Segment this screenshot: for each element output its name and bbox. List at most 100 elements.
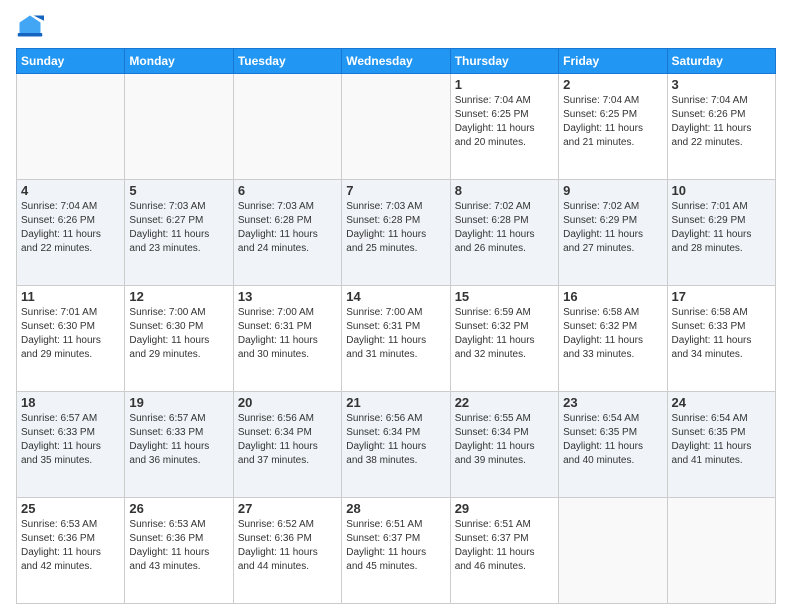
col-header-thursday: Thursday <box>450 49 558 74</box>
calendar-cell: 7Sunrise: 7:03 AMSunset: 6:28 PMDaylight… <box>342 180 450 286</box>
calendar-cell: 1 Sunrise: 7:04 AMSunset: 6:25 PMDaylight… <box>450 74 558 180</box>
calendar-cell <box>667 498 775 604</box>
day-detail: Sunrise: 6:59 AMSunset: 6:32 PMDaylight:… <box>455 306 554 362</box>
day-detail: Sunrise: 6:57 AMSunset: 6:33 PMDaylight:… <box>129 412 228 468</box>
day-number: 11 <box>21 289 120 304</box>
calendar-cell: 25 Sunrise: 6:53 AMSunset: 6:36 PMDayligh… <box>17 498 125 604</box>
calendar-cell: 4 Sunrise: 7:04 AMSunset: 6:26 PMDaylight… <box>17 180 125 286</box>
day-detail: Sunrise: 6:56 AMSunset: 6:34 PMDaylight:… <box>238 412 337 468</box>
day-detail: Sunrise: 7:01 AMSunset: 6:29 PMDaylight:… <box>672 200 771 256</box>
day-number: 5 <box>129 183 228 198</box>
col-header-saturday: Saturday <box>667 49 775 74</box>
page: SundayMondayTuesdayWednesdayThursdayFrid… <box>0 0 792 612</box>
day-number: 25 <box>21 501 120 516</box>
calendar-cell: 28 Sunrise: 6:51 AMSunset: 6:37 PMDayligh… <box>342 498 450 604</box>
calendar-cell: 15 Sunrise: 6:59 AMSunset: 6:32 PMDayligh… <box>450 286 558 392</box>
day-number: 22 <box>455 395 554 410</box>
calendar-cell: 18Sunrise: 6:57 AMSunset: 6:33 PMDayligh… <box>17 392 125 498</box>
calendar-cell: 22 Sunrise: 6:55 AMSunset: 6:34 PMDayligh… <box>450 392 558 498</box>
day-number: 20 <box>238 395 337 410</box>
day-detail: Sunrise: 7:00 AMSunset: 6:31 PMDaylight:… <box>238 306 337 362</box>
day-number: 17 <box>672 289 771 304</box>
day-number: 27 <box>238 501 337 516</box>
col-header-monday: Monday <box>125 49 233 74</box>
day-number: 10 <box>672 183 771 198</box>
calendar-cell <box>559 498 667 604</box>
day-detail: Sunrise: 7:01 AMSunset: 6:30 PMDaylight:… <box>21 306 120 362</box>
calendar-week-row: 25 Sunrise: 6:53 AMSunset: 6:36 PMDayligh… <box>17 498 776 604</box>
calendar-cell: 27 Sunrise: 6:52 AMSunset: 6:36 PMDayligh… <box>233 498 341 604</box>
day-number: 1 <box>455 77 554 92</box>
day-number: 9 <box>563 183 662 198</box>
calendar-week-row: 18Sunrise: 6:57 AMSunset: 6:33 PMDayligh… <box>17 392 776 498</box>
col-header-sunday: Sunday <box>17 49 125 74</box>
day-number: 14 <box>346 289 445 304</box>
calendar-cell <box>342 74 450 180</box>
calendar-cell: 11 Sunrise: 7:01 AMSunset: 6:30 PMDayligh… <box>17 286 125 392</box>
calendar-week-row: 1 Sunrise: 7:04 AMSunset: 6:25 PMDaylight… <box>17 74 776 180</box>
calendar-cell <box>233 74 341 180</box>
calendar-cell <box>125 74 233 180</box>
day-number: 13 <box>238 289 337 304</box>
day-number: 2 <box>563 77 662 92</box>
day-number: 28 <box>346 501 445 516</box>
day-detail: Sunrise: 6:56 AMSunset: 6:34 PMDaylight:… <box>346 412 445 468</box>
calendar-cell: 6 Sunrise: 7:03 AMSunset: 6:28 PMDaylight… <box>233 180 341 286</box>
day-detail: Sunrise: 6:53 AMSunset: 6:36 PMDaylight:… <box>21 518 120 574</box>
calendar-cell: 24Sunrise: 6:54 AMSunset: 6:35 PMDayligh… <box>667 392 775 498</box>
day-number: 23 <box>563 395 662 410</box>
col-header-friday: Friday <box>559 49 667 74</box>
calendar-week-row: 11 Sunrise: 7:01 AMSunset: 6:30 PMDayligh… <box>17 286 776 392</box>
calendar-cell: 9 Sunrise: 7:02 AMSunset: 6:29 PMDaylight… <box>559 180 667 286</box>
day-detail: Sunrise: 6:54 AMSunset: 6:35 PMDaylight:… <box>563 412 662 468</box>
day-number: 15 <box>455 289 554 304</box>
calendar-cell: 26 Sunrise: 6:53 AMSunset: 6:36 PMDayligh… <box>125 498 233 604</box>
day-detail: Sunrise: 7:03 AMSunset: 6:28 PMDaylight:… <box>346 200 445 256</box>
day-detail: Sunrise: 7:02 AMSunset: 6:29 PMDaylight:… <box>563 200 662 256</box>
calendar-cell: 10 Sunrise: 7:01 AMSunset: 6:29 PMDayligh… <box>667 180 775 286</box>
day-number: 12 <box>129 289 228 304</box>
col-header-wednesday: Wednesday <box>342 49 450 74</box>
day-detail: Sunrise: 6:53 AMSunset: 6:36 PMDaylight:… <box>129 518 228 574</box>
day-detail: Sunrise: 7:04 AMSunset: 6:25 PMDaylight:… <box>455 94 554 150</box>
day-number: 6 <box>238 183 337 198</box>
calendar-cell: 8 Sunrise: 7:02 AMSunset: 6:28 PMDaylight… <box>450 180 558 286</box>
day-number: 24 <box>672 395 771 410</box>
day-detail: Sunrise: 6:55 AMSunset: 6:34 PMDaylight:… <box>455 412 554 468</box>
day-detail: Sunrise: 6:58 AMSunset: 6:33 PMDaylight:… <box>672 306 771 362</box>
day-detail: Sunrise: 6:51 AMSunset: 6:37 PMDaylight:… <box>346 518 445 574</box>
calendar-cell: 20 Sunrise: 6:56 AMSunset: 6:34 PMDayligh… <box>233 392 341 498</box>
calendar-cell: 16 Sunrise: 6:58 AMSunset: 6:32 PMDayligh… <box>559 286 667 392</box>
day-detail: Sunrise: 7:00 AMSunset: 6:31 PMDaylight:… <box>346 306 445 362</box>
day-number: 26 <box>129 501 228 516</box>
calendar-table: SundayMondayTuesdayWednesdayThursdayFrid… <box>16 48 776 604</box>
day-detail: Sunrise: 6:51 AMSunset: 6:37 PMDaylight:… <box>455 518 554 574</box>
day-number: 19 <box>129 395 228 410</box>
calendar-cell: 3 Sunrise: 7:04 AMSunset: 6:26 PMDaylight… <box>667 74 775 180</box>
day-number: 8 <box>455 183 554 198</box>
day-detail: Sunrise: 6:58 AMSunset: 6:32 PMDaylight:… <box>563 306 662 362</box>
day-number: 29 <box>455 501 554 516</box>
calendar-cell: 12Sunrise: 7:00 AMSunset: 6:30 PMDayligh… <box>125 286 233 392</box>
day-detail: Sunrise: 7:02 AMSunset: 6:28 PMDaylight:… <box>455 200 554 256</box>
day-detail: Sunrise: 7:03 AMSunset: 6:27 PMDaylight:… <box>129 200 228 256</box>
calendar-cell: 5 Sunrise: 7:03 AMSunset: 6:27 PMDaylight… <box>125 180 233 286</box>
calendar-cell: 29 Sunrise: 6:51 AMSunset: 6:37 PMDayligh… <box>450 498 558 604</box>
calendar-cell: 14 Sunrise: 7:00 AMSunset: 6:31 PMDayligh… <box>342 286 450 392</box>
day-number: 16 <box>563 289 662 304</box>
day-detail: Sunrise: 7:03 AMSunset: 6:28 PMDaylight:… <box>238 200 337 256</box>
day-detail: Sunrise: 6:57 AMSunset: 6:33 PMDaylight:… <box>21 412 120 468</box>
calendar-cell: 17 Sunrise: 6:58 AMSunset: 6:33 PMDayligh… <box>667 286 775 392</box>
header <box>16 12 776 40</box>
logo-icon <box>16 12 44 40</box>
day-number: 4 <box>21 183 120 198</box>
day-detail: Sunrise: 7:04 AMSunset: 6:26 PMDaylight:… <box>21 200 120 256</box>
day-number: 3 <box>672 77 771 92</box>
day-detail: Sunrise: 7:04 AMSunset: 6:25 PMDaylight:… <box>563 94 662 150</box>
day-detail: Sunrise: 6:52 AMSunset: 6:36 PMDaylight:… <box>238 518 337 574</box>
day-number: 21 <box>346 395 445 410</box>
calendar-cell <box>17 74 125 180</box>
calendar-cell: 13 Sunrise: 7:00 AMSunset: 6:31 PMDayligh… <box>233 286 341 392</box>
day-detail: Sunrise: 7:04 AMSunset: 6:26 PMDaylight:… <box>672 94 771 150</box>
calendar-cell: 19 Sunrise: 6:57 AMSunset: 6:33 PMDayligh… <box>125 392 233 498</box>
